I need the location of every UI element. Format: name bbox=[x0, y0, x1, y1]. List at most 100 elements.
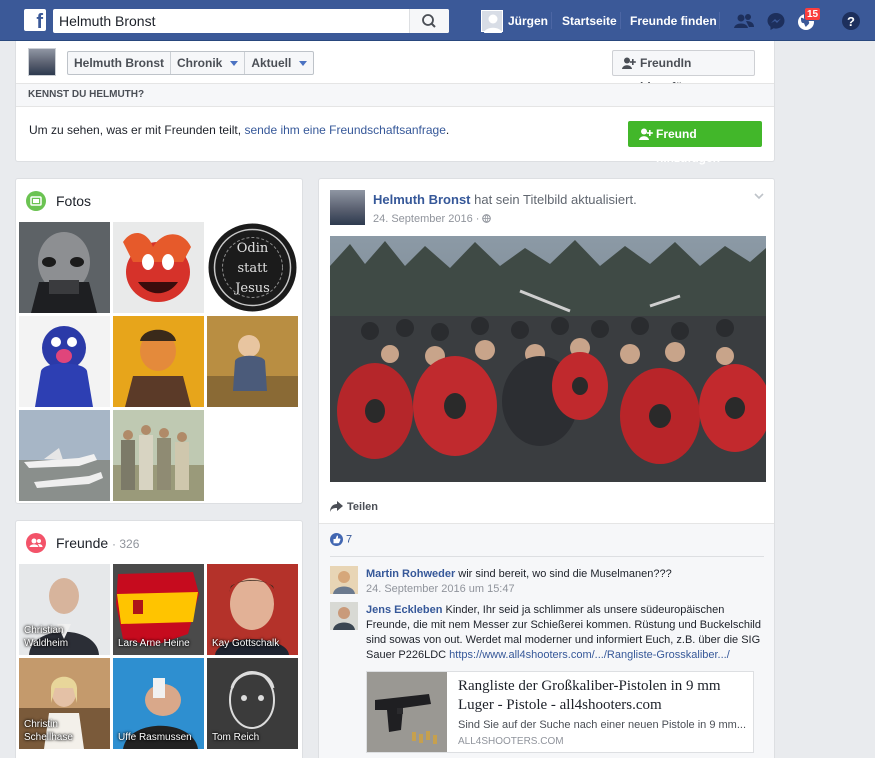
post-author-avatar[interactable] bbox=[330, 190, 365, 225]
svg-text:?: ? bbox=[847, 14, 855, 29]
photo-tile[interactable] bbox=[207, 316, 298, 407]
share-button[interactable]: Teilen bbox=[330, 499, 378, 515]
friends-title-label: Freunde bbox=[56, 535, 109, 551]
profile-header-card: Helmuth Bronst Chronik Aktuell FreundIn … bbox=[15, 41, 775, 165]
friends-title[interactable]: Freunde · 326 bbox=[56, 535, 139, 551]
post-action-text: hat sein Titelbild aktualisiert. bbox=[474, 192, 637, 207]
photo-animal-muppet bbox=[113, 222, 204, 313]
post-actions: Teilen bbox=[319, 492, 774, 524]
photo-tile[interactable] bbox=[19, 410, 110, 501]
photo-tile[interactable] bbox=[113, 410, 204, 501]
search-button[interactable] bbox=[409, 9, 449, 33]
add-friend-primary-button[interactable]: Freund hinzufügen bbox=[628, 121, 762, 165]
comment-link[interactable]: https://www.all4shooters.com/.../Ranglis… bbox=[449, 649, 730, 661]
friend-requests-icon[interactable] bbox=[734, 11, 754, 31]
profile-link[interactable]: Jürgen bbox=[508, 14, 548, 28]
photos-icon bbox=[26, 191, 46, 211]
pistol-photo bbox=[367, 672, 447, 752]
likes-count-text: 7 bbox=[346, 533, 353, 546]
globe-privacy-icon bbox=[482, 214, 492, 223]
photos-title[interactable]: Fotos bbox=[56, 193, 91, 209]
friend-tile[interactable]: Tom Reich bbox=[207, 658, 298, 749]
chevron-down-icon bbox=[230, 60, 239, 66]
divider bbox=[330, 556, 764, 557]
kennst-du-body: Um zu sehen, was er mit Freunden teilt, bbox=[29, 123, 242, 137]
comment-author-link[interactable]: Martin Rohweder bbox=[366, 568, 455, 580]
nav-divider bbox=[620, 12, 621, 29]
search-icon bbox=[422, 14, 436, 28]
link-preview-description: Sind Sie auf der Suche nach einer neuen … bbox=[458, 719, 747, 731]
user-avatar[interactable] bbox=[481, 10, 503, 33]
find-friends-link[interactable]: Freunde finden bbox=[630, 14, 717, 28]
likes-count[interactable]: 7 bbox=[330, 533, 352, 546]
link-preview-domain: ALL4SHOOTERS.COM bbox=[458, 736, 564, 747]
link-preview-image bbox=[367, 672, 447, 752]
friend-tile[interactable]: Christian Waldheim bbox=[19, 564, 110, 655]
photo-tile[interactable] bbox=[113, 316, 204, 407]
tab-profile-name[interactable]: Helmuth Bronst bbox=[68, 52, 171, 74]
top-navigation-bar: f Jürgen Startseite Freunde finden 15 ? bbox=[0, 0, 875, 41]
comment-timestamp[interactable]: 24. September 2016 um 15:47 bbox=[366, 583, 515, 595]
photo-tile[interactable] bbox=[19, 222, 110, 313]
cover-photo-battle-scene[interactable] bbox=[330, 236, 766, 482]
search-input[interactable] bbox=[53, 9, 409, 33]
chevron-down-icon[interactable] bbox=[754, 191, 764, 201]
photos-card: Fotos Odin statt Jesus bbox=[15, 178, 303, 504]
search-box bbox=[53, 9, 449, 33]
photo-biblical-group bbox=[113, 410, 204, 501]
tab-chronik[interactable]: Chronik bbox=[171, 52, 246, 74]
profile-tabs: Helmuth Bronst Chronik Aktuell bbox=[67, 51, 315, 75]
link-preview-title: Rangliste der Großkaliber-Pistolen in 9 … bbox=[458, 678, 721, 713]
friend-name: Christian Waldheim bbox=[24, 625, 69, 649]
friend-name: Kay Gottschalk bbox=[212, 638, 280, 649]
photo-airplanes bbox=[19, 410, 110, 501]
friends-card: Freunde · 326 Christian Waldheim Lars Ar… bbox=[15, 520, 303, 758]
home-link[interactable]: Startseite bbox=[562, 14, 617, 28]
profile-picture-thumb[interactable] bbox=[28, 48, 56, 76]
nav-divider bbox=[719, 12, 720, 29]
friend-tile[interactable]: Christin Schellhase bbox=[19, 658, 110, 749]
svg-text:statt: statt bbox=[237, 261, 268, 276]
friend-tile[interactable]: Uffe Rasmussen bbox=[113, 658, 204, 749]
svg-text:Odin: Odin bbox=[237, 241, 269, 256]
comment-author-avatar[interactable] bbox=[330, 602, 358, 630]
add-friend-button[interactable]: FreundIn hinzufügen bbox=[612, 50, 755, 94]
friend-tile[interactable]: Lars Arne Heine bbox=[113, 564, 204, 655]
post-timestamp[interactable]: 24. September 2016 · bbox=[373, 213, 492, 225]
share-label: Teilen bbox=[347, 501, 378, 513]
add-friend-icon bbox=[639, 128, 653, 140]
help-icon[interactable]: ? bbox=[841, 11, 861, 31]
kennst-du-text: Um zu sehen, was er mit Freunden teilt, … bbox=[29, 123, 449, 137]
friend-name: Tom Reich bbox=[212, 732, 260, 743]
chevron-down-icon bbox=[299, 60, 308, 66]
tab-aktuell[interactable]: Aktuell bbox=[245, 52, 313, 74]
facebook-logo[interactable]: f bbox=[24, 9, 46, 31]
friend-name: Christin Schellhase bbox=[24, 719, 73, 743]
user-silhouette-icon bbox=[484, 14, 502, 33]
svg-text:Jesus: Jesus bbox=[233, 281, 270, 296]
friend-name: Uffe Rasmussen bbox=[118, 732, 192, 743]
comment: Jens Eckleben Kinder, Ihr seid ja schlim… bbox=[366, 603, 766, 663]
photo-tile[interactable] bbox=[113, 222, 204, 313]
post-header: Helmuth Bronst hat sein Titelbild aktual… bbox=[373, 192, 637, 207]
photo-ernie-muppet bbox=[113, 316, 204, 407]
share-arrow-icon bbox=[330, 501, 343, 512]
friend-tile[interactable]: Kay Gottschalk bbox=[207, 564, 298, 655]
tab-aktuell-label: Aktuell bbox=[251, 56, 292, 70]
comment-text: wir sind bereit, wo sind die Muselmanen?… bbox=[458, 568, 672, 580]
messenger-icon[interactable] bbox=[766, 11, 786, 31]
comment-author-avatar[interactable] bbox=[330, 566, 358, 594]
like-thumb-icon bbox=[330, 533, 343, 546]
photo-tile[interactable]: Odin statt Jesus bbox=[207, 222, 298, 313]
comment-author-link[interactable]: Jens Eckleben bbox=[366, 604, 442, 616]
post-author-link[interactable]: Helmuth Bronst bbox=[373, 192, 471, 207]
photo-tile[interactable] bbox=[19, 316, 110, 407]
kennst-du-header: KENNST DU HELMUTH? bbox=[16, 83, 774, 107]
photo-child bbox=[207, 316, 298, 407]
friend-request-link[interactable]: sende ihm eine Freundschaftsanfrage bbox=[244, 123, 445, 137]
friends-count: · 326 bbox=[112, 537, 140, 551]
add-friend-primary-label: Freund hinzufügen bbox=[656, 127, 720, 165]
comments-section: 7 Martin Rohweder wir sind bereit, wo si… bbox=[319, 524, 774, 758]
link-preview-card[interactable]: Rangliste der Großkaliber-Pistolen in 9 … bbox=[366, 671, 754, 753]
tab-chronik-label: Chronik bbox=[177, 56, 223, 70]
